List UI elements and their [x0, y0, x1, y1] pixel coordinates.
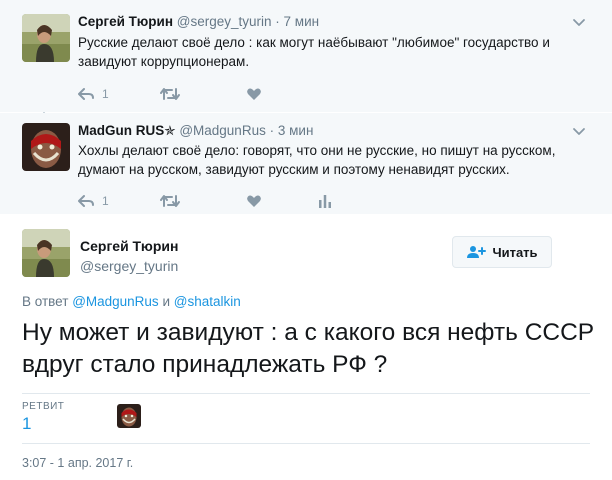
- like-button[interactable]: [246, 85, 262, 103]
- reply-icon: [78, 88, 94, 100]
- tweet-actions: 1: [78, 192, 378, 210]
- tweet-actions: 1: [78, 85, 378, 103]
- author-handle[interactable]: @MadgunRus: [179, 123, 266, 138]
- retweets-count[interactable]: 1: [22, 414, 31, 434]
- tweet-text: Русские делают своё дело : как могут наё…: [78, 35, 550, 69]
- tweet-time[interactable]: 3 мин: [278, 123, 314, 138]
- retweet-icon: [160, 195, 180, 207]
- reply-prefix: В ответ: [22, 294, 69, 309]
- tweet-time[interactable]: 7 мин: [284, 14, 320, 29]
- divider-bottom: [22, 443, 590, 444]
- tweet-1-header: Сергей Тюрин @sergey_tyurin · 7 мин: [78, 14, 319, 29]
- reply-count: 1: [102, 87, 109, 101]
- reply-user-link-2[interactable]: @shatalkin: [174, 294, 241, 309]
- face-paint-photo-icon: [117, 404, 141, 428]
- avatar-madgun-rus[interactable]: [22, 123, 70, 171]
- reply-button[interactable]: 1: [78, 85, 109, 103]
- reply-context: В ответ @MadgunRus и @shatalkin: [22, 294, 241, 309]
- follow-user-icon: [467, 246, 487, 258]
- avatar-sergey-tyurin[interactable]: [22, 14, 70, 62]
- tweet-2-header: MadGun RUS✯ @MadgunRus · 3 мин: [78, 123, 313, 139]
- thread-tweet-2[interactable]: MadGun RUS✯ @MadgunRus · 3 мин Хохлы дел…: [0, 113, 612, 214]
- like-button[interactable]: [246, 192, 262, 210]
- main-author-handle[interactable]: @sergey_tyurin: [80, 258, 178, 274]
- author-name[interactable]: MadGun RUS✯: [78, 123, 176, 138]
- retweets-label: РЕТВИТ: [22, 401, 65, 412]
- tweet-timestamp[interactable]: 3:07 - 1 апр. 2017 г.: [22, 456, 133, 470]
- reply-count: 1: [102, 194, 109, 208]
- main-author-name[interactable]: Сергей Тюрин: [80, 238, 179, 254]
- chevron-down-icon[interactable]: [572, 125, 586, 139]
- retweet-icon: [160, 88, 180, 100]
- main-tweet-text: Ну может и завидуют : а с какого вся неф…: [22, 319, 595, 378]
- face-paint-photo-icon: [22, 123, 70, 171]
- separator-dot: ·: [275, 14, 280, 29]
- avatar-main-author[interactable]: [22, 229, 70, 277]
- tweet-text: Хохлы делают своё дело: говорят, что они…: [78, 143, 556, 177]
- analytics-button[interactable]: [318, 192, 332, 210]
- author-handle[interactable]: @sergey_tyurin: [177, 14, 272, 29]
- heart-icon: [247, 195, 261, 207]
- divider-top: [22, 393, 590, 394]
- reply-button[interactable]: 1: [78, 192, 109, 210]
- retweeter-avatar[interactable]: [117, 404, 141, 428]
- author-name[interactable]: Сергей Тюрин: [78, 14, 173, 29]
- reply-conjunction: и: [162, 294, 170, 309]
- reply-user-link-1[interactable]: @MadgunRus: [72, 294, 159, 309]
- retweet-button[interactable]: [160, 192, 180, 210]
- chevron-down-icon[interactable]: [572, 16, 586, 30]
- person-photo-icon: [22, 14, 70, 62]
- follow-button[interactable]: Читать: [452, 236, 552, 268]
- person-photo-icon: [22, 229, 70, 277]
- retweet-button[interactable]: [160, 85, 180, 103]
- heart-icon: [247, 88, 261, 100]
- thread-tweet-1[interactable]: Сергей Тюрин @sergey_tyurin · 7 мин Русс…: [0, 0, 612, 112]
- follow-label: Читать: [492, 244, 538, 260]
- bar-chart-icon: [319, 195, 331, 208]
- reply-icon: [78, 195, 94, 207]
- separator-dot: ·: [269, 123, 275, 138]
